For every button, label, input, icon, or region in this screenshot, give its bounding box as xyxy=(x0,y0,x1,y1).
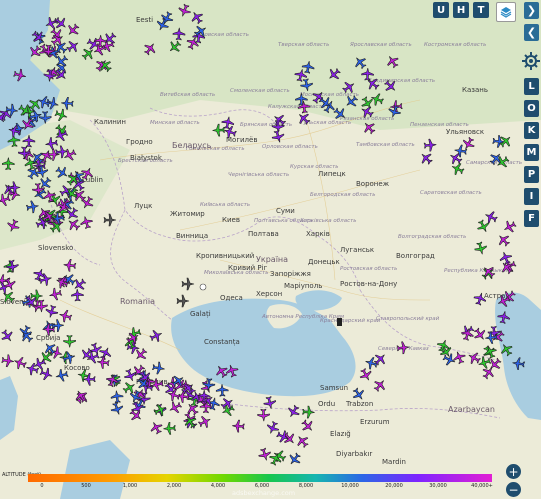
label-zaporizhzhia: Запоріжжя xyxy=(270,270,311,278)
label-kharkiv-obl: Харківська область xyxy=(299,218,357,224)
label-samsun: Samsun xyxy=(320,384,348,392)
label-luhansk: Луганськ xyxy=(340,246,374,254)
label-volgograd-obl: Волгоградская область xyxy=(398,234,466,240)
map-canvas[interactable]: Псковская область Тверская область Яросл… xyxy=(0,0,541,499)
toggle-m-button[interactable]: M xyxy=(524,144,539,161)
label-ordu: Ordu xyxy=(318,400,335,408)
label-stavropol: Ставропольский край xyxy=(376,316,440,322)
legend-tick: 0 xyxy=(40,483,44,489)
toggle-h-button[interactable]: H xyxy=(453,2,469,18)
label-poltava: Полтава xyxy=(248,230,279,238)
label-mardin: Mardin xyxy=(382,458,406,466)
label-saratov: Саратовская область xyxy=(420,190,482,196)
label-yaroslavl: Ярославская область xyxy=(349,42,412,48)
label-diyarbakir: Diyarbakır xyxy=(336,450,372,458)
label-kalmykia: Республика Калмыкия xyxy=(444,268,510,274)
label-rostov-obl: Ростовская область xyxy=(340,266,397,272)
label-lipetsk: Липецк xyxy=(318,170,346,178)
toggle-k-button[interactable]: K xyxy=(524,122,539,139)
label-kryvyi-rih: Кривий Ріг xyxy=(228,264,268,272)
label-belgorod: Белгородская область xyxy=(310,192,375,198)
legend-tick: 30,000 xyxy=(429,483,447,489)
label-krym: Автономна Республіка Крим xyxy=(261,314,344,320)
label-ukraina: Україна xyxy=(256,255,288,264)
label-tver: Тверская область xyxy=(278,42,329,48)
legend-tick: 10,000 xyxy=(341,483,359,489)
label-voronezh: Воронеж xyxy=(356,180,390,188)
legend-tick: 4,000 xyxy=(210,483,226,489)
label-constanta: Constanța xyxy=(204,338,240,347)
label-lutsk: Луцк xyxy=(134,202,152,210)
zoom-in-button[interactable]: + xyxy=(506,464,521,479)
toggle-o-button[interactable]: O xyxy=(524,100,539,117)
legend-tick: 1,000 xyxy=(122,483,138,489)
legend-tick: 2,000 xyxy=(166,483,182,489)
label-azerbaycan: Azərbaycan xyxy=(448,405,495,414)
label-donetsk: Донецьк xyxy=(308,258,340,266)
layers-icon[interactable] xyxy=(496,2,516,22)
label-vitebsk: Витебская область xyxy=(160,92,215,98)
label-orel: Орловская область xyxy=(262,144,318,150)
zoom-out-button[interactable]: − xyxy=(506,482,521,497)
label-vladimir: Владимирская область xyxy=(368,78,435,84)
toggle-f-button[interactable]: F xyxy=(524,210,539,227)
label-odesa: Одеса xyxy=(220,294,243,302)
label-kherson: Херсон xyxy=(256,290,282,298)
label-chernihiv: Чернігівська область xyxy=(228,172,289,178)
label-elazig: Elazığ xyxy=(330,430,351,438)
label-ulyanovsk: Ульяновск xyxy=(446,128,484,136)
label-kaliningrad: Калинин xyxy=(94,118,126,126)
label-kaluga: Калужская область xyxy=(268,104,325,110)
toggle-u-button[interactable]: U xyxy=(433,2,449,18)
label-kosovo: Косово xyxy=(64,364,90,372)
label-kharkiv: Харків xyxy=(306,230,330,238)
label-vinnytsia: Винница xyxy=(176,232,208,240)
legend-tick: 8,000 xyxy=(298,483,314,489)
toggle-i-button[interactable]: I xyxy=(524,188,539,205)
label-tambov: Тамбовская область xyxy=(356,142,415,148)
label-grodno: Гродно xyxy=(126,138,153,146)
altitude-color-bar xyxy=(28,474,492,482)
gear-icon[interactable] xyxy=(522,52,540,70)
label-kropyvnytskyi: Кропивницький xyxy=(196,252,254,260)
label-galati: Galați xyxy=(190,310,211,319)
toggle-l-button[interactable]: L xyxy=(524,78,539,95)
chevron-left-icon[interactable]: ❮ xyxy=(524,24,539,41)
label-kyiv-obl: Київська область xyxy=(200,202,250,208)
label-mariupol: Маріуполь xyxy=(284,282,322,290)
attribution[interactable]: adsbexchange.com xyxy=(232,489,295,497)
label-mogilev: Могилёв xyxy=(226,136,257,144)
legend-tick: 500 xyxy=(81,483,91,489)
label-romania: Romania xyxy=(120,297,155,306)
label-slovensko: Slovensko xyxy=(38,244,73,252)
label-kazan: Казань xyxy=(462,86,488,94)
legend-tick: 40,000+ xyxy=(471,483,493,489)
toggle-t-button[interactable]: T xyxy=(473,2,489,18)
label-minsk: Минская область xyxy=(150,120,200,126)
label-trabzon: Trabzon xyxy=(345,400,373,408)
label-moscow: Московская область xyxy=(300,92,359,98)
toggle-p-button[interactable]: P xyxy=(524,166,539,183)
label-eesti: Eesti xyxy=(136,16,153,24)
legend-tick: 20,000 xyxy=(385,483,403,489)
label-smolensk: Смоленская область xyxy=(230,88,290,94)
collapse-top-icon[interactable]: ❯ xyxy=(524,2,539,19)
label-zhytomyr: Житомир xyxy=(170,210,205,218)
label-bialystok: Białystok xyxy=(130,154,163,162)
label-belarus: Беларусь xyxy=(172,141,212,150)
label-kostroma: Костромская область xyxy=(424,42,486,48)
label-kiev: Киев xyxy=(222,216,240,224)
tower-icon xyxy=(337,318,342,326)
label-sumy: Суми xyxy=(276,207,295,215)
airport-icon xyxy=(199,283,207,291)
label-rostov: Ростов-на-Дону xyxy=(340,280,397,288)
label-volgograd: Волгоград xyxy=(396,252,435,260)
label-erzurum: Erzurum xyxy=(360,418,390,426)
